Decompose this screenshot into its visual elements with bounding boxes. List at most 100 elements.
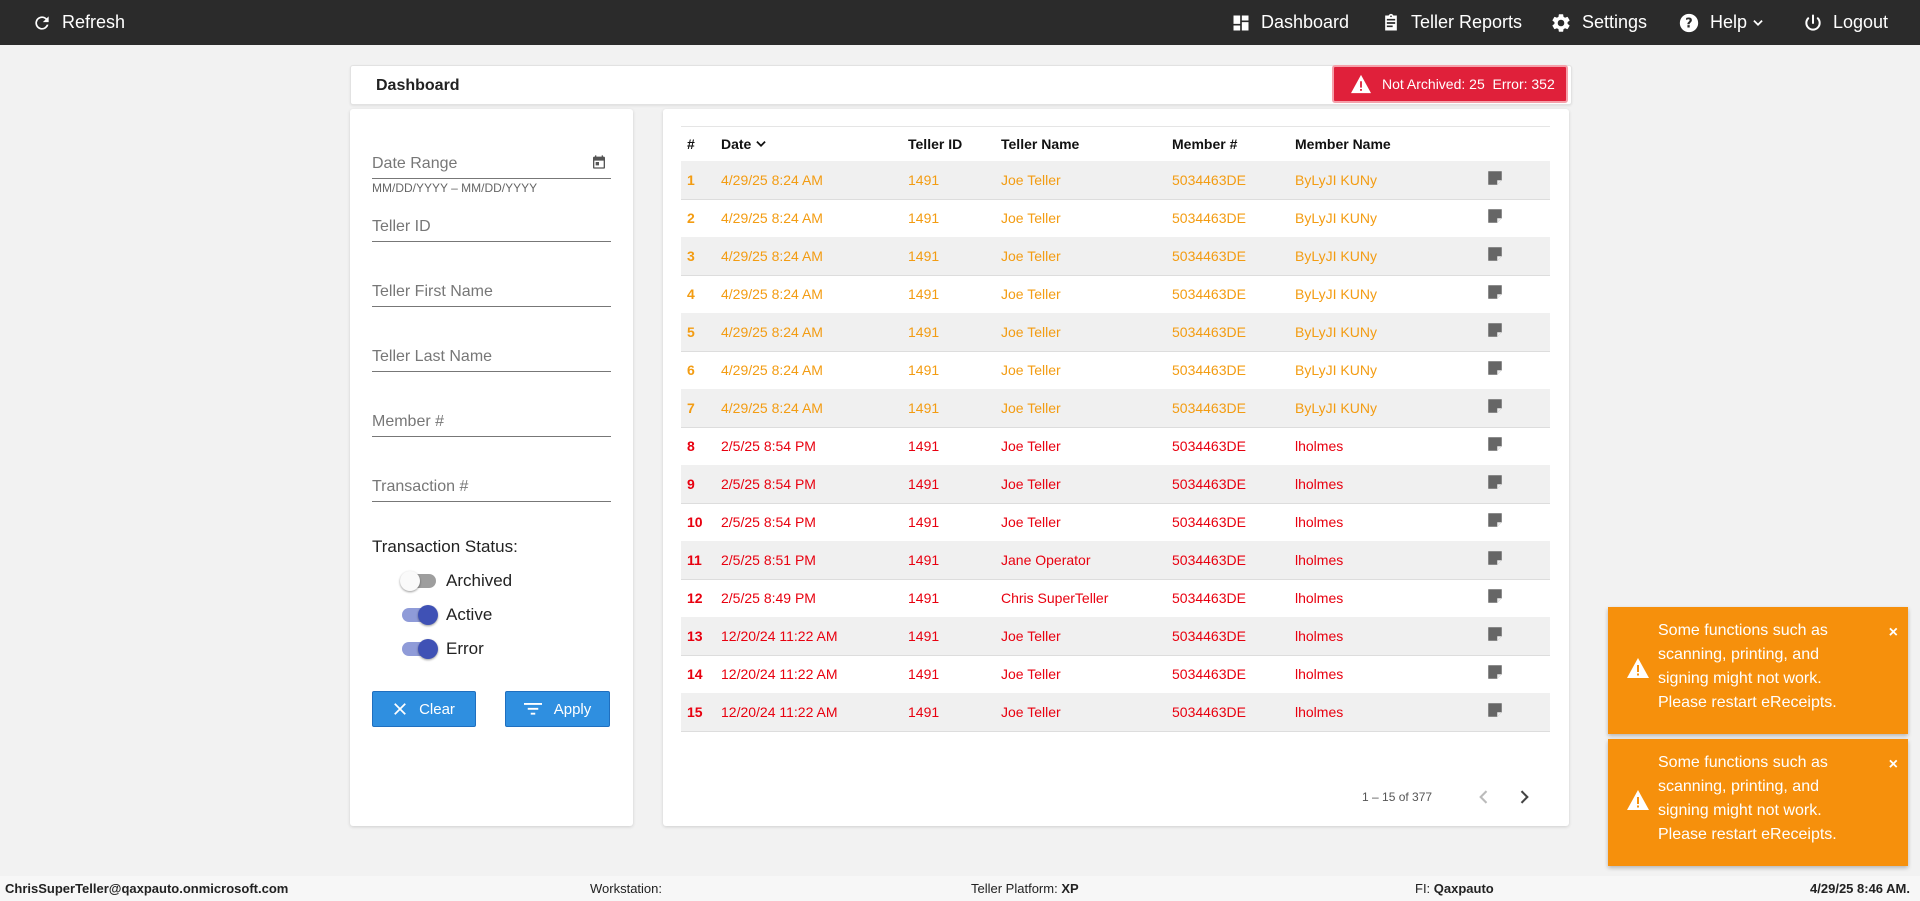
note-icon[interactable] [1486, 587, 1504, 605]
page-title: Dashboard [376, 77, 460, 94]
note-icon[interactable] [1486, 359, 1504, 377]
archived-switch[interactable] [400, 571, 436, 591]
clipboard-icon [1385, 13, 1397, 31]
table-row[interactable]: 15 12/20/24 11:22 AM 1491 Joe Teller 5034463… [681, 693, 1550, 732]
toggle-error[interactable]: Error [402, 637, 484, 661]
cell-teller-name: Chris SuperTeller [1001, 590, 1109, 606]
table-row[interactable]: 8 2/5/25 8:54 PM 1491 Joe Teller 5034463DE lh… [681, 427, 1550, 466]
note-icon[interactable] [1486, 625, 1504, 643]
note-icon[interactable] [1486, 245, 1504, 263]
nav-logout[interactable]: Logout [1803, 0, 1888, 45]
nav-teller-reports[interactable]: Teller Reports [1381, 0, 1522, 45]
cell-member-name: lholmes [1295, 476, 1344, 492]
table-row[interactable]: 3 4/29/25 8:24 AM 1491 Joe Teller 5034463DE B… [681, 237, 1550, 276]
cell-date: 4/29/25 8:24 AM [721, 286, 823, 302]
nav-dashboard[interactable]: Dashboard [1231, 0, 1349, 45]
col-member-name[interactable]: Member Name [1295, 136, 1391, 152]
error-switch[interactable] [402, 639, 438, 659]
cell-member-name: lholmes [1295, 590, 1344, 606]
footer-platform-label: Teller Platform: [971, 881, 1058, 896]
active-switch[interactable] [402, 605, 438, 625]
teller-id-field[interactable]: Teller ID [372, 207, 611, 242]
col-member-number[interactable]: Member # [1172, 136, 1237, 152]
dashboard-icon [1233, 15, 1249, 30]
note-icon[interactable] [1486, 435, 1504, 453]
table-row[interactable]: 6 4/29/25 8:24 AM 1491 Joe Teller 5034463DE B… [681, 351, 1550, 390]
cell-number: 7 [687, 400, 695, 416]
note-icon[interactable] [1486, 511, 1504, 529]
teller-first-name-field[interactable]: Teller First Name [372, 272, 611, 307]
note-icon[interactable] [1486, 283, 1504, 301]
prev-page-icon[interactable] [1474, 787, 1494, 807]
warning-icon [1627, 790, 1649, 810]
footer-fi-value: Qaxpauto [1433, 881, 1494, 896]
apply-button-label: Apply [553, 700, 592, 718]
note-icon[interactable] [1486, 321, 1504, 339]
cell-number: 5 [687, 324, 695, 340]
table-row[interactable]: 2 4/29/25 8:24 AM 1491 Joe Teller 5034463DE B… [681, 199, 1550, 238]
note-icon[interactable] [1486, 397, 1504, 415]
cell-number: 3 [687, 248, 695, 264]
col-number[interactable]: # [687, 136, 695, 152]
cell-number: 8 [687, 438, 695, 454]
cell-teller-name: Joe Teller [1001, 628, 1061, 644]
toggle-active[interactable]: Active [402, 603, 492, 627]
cell-date: 2/5/25 8:51 PM [721, 552, 816, 568]
status-alert-badge[interactable]: Not Archived: 25 Error: 352 [1332, 65, 1568, 103]
cell-date: 2/5/25 8:54 PM [721, 514, 816, 530]
table-row[interactable]: 10 2/5/25 8:54 PM 1491 Joe Teller 5034463DE l… [681, 503, 1550, 542]
table-row[interactable]: 9 2/5/25 8:54 PM 1491 Joe Teller 5034463DE lh… [681, 465, 1550, 504]
note-icon[interactable] [1486, 207, 1504, 225]
refresh-icon [35, 15, 49, 30]
nav-help[interactable]: ? Help [1678, 0, 1765, 45]
toast-close-button[interactable]: × [1889, 621, 1898, 645]
table-row[interactable]: 1 4/29/25 8:24 AM 1491 Joe Teller 5034463DE B… [681, 161, 1550, 200]
member-number-field[interactable]: Member # [372, 402, 611, 437]
footer-datetime: 4/29/25 8:46 AM. [1810, 881, 1910, 896]
table-row[interactable]: 14 12/20/24 11:22 AM 1491 Joe Teller 5034463… [681, 655, 1550, 694]
cell-member-name: ByLyJI KUNy [1295, 400, 1377, 416]
filter-panel: Date Range MM/DD/YYYY – MM/DD/YYYY Telle… [350, 109, 633, 826]
nav-teller-reports-label: Teller Reports [1411, 12, 1523, 32]
note-icon[interactable] [1486, 701, 1504, 719]
toast-message: Some functions such as scanning, printin… [1658, 754, 1837, 843]
table-row[interactable]: 11 2/5/25 8:51 PM 1491 Jane Operator 5034463… [681, 541, 1550, 580]
teller-last-name-field[interactable]: Teller Last Name [372, 337, 611, 372]
clear-button[interactable]: Clear [372, 691, 476, 727]
col-date[interactable]: Date [721, 136, 768, 152]
warning-icon [1351, 74, 1371, 94]
cell-teller-id: 1491 [908, 704, 940, 720]
toast-close-button[interactable]: × [1889, 753, 1898, 777]
note-icon[interactable] [1486, 663, 1504, 681]
table-row[interactable]: 4 4/29/25 8:24 AM 1491 Joe Teller 5034463DE B… [681, 275, 1550, 314]
date-range-placeholder: Date Range [372, 155, 458, 172]
cell-teller-id: 1491 [908, 248, 940, 264]
transaction-number-field[interactable]: Transaction # [372, 467, 611, 502]
note-icon[interactable] [1486, 549, 1504, 567]
refresh-label: Refresh [62, 12, 126, 32]
cell-teller-id: 1491 [908, 552, 940, 568]
table-row[interactable]: 5 4/29/25 8:24 AM 1491 Joe Teller 5034463DE B… [681, 313, 1550, 352]
table-row[interactable]: 13 12/20/24 11:22 AM 1491 Joe Teller 5034463… [681, 617, 1550, 656]
refresh-button[interactable]: Refresh [32, 0, 125, 45]
cell-number: 13 [687, 628, 703, 644]
note-icon[interactable] [1486, 169, 1504, 187]
toggle-archived[interactable]: Archived [400, 569, 512, 593]
table-row[interactable]: 7 4/29/25 8:24 AM 1491 Joe Teller 5034463DE B… [681, 389, 1550, 428]
cell-member-number: 5034463DE [1172, 172, 1246, 188]
nav-settings[interactable]: Settings [1550, 0, 1647, 45]
cell-member-number: 5034463DE [1172, 248, 1246, 264]
cell-member-number: 5034463DE [1172, 362, 1246, 378]
cell-teller-id: 1491 [908, 324, 940, 340]
cell-date: 4/29/25 8:24 AM [721, 362, 823, 378]
col-teller-id[interactable]: Teller ID [908, 136, 962, 152]
table-row[interactable]: 12 2/5/25 8:49 PM 1491 Chris SuperTeller 503… [681, 579, 1550, 618]
cell-member-number: 5034463DE [1172, 476, 1246, 492]
calendar-icon[interactable] [591, 154, 607, 170]
error-label: Error [446, 639, 484, 658]
apply-button[interactable]: Apply [505, 691, 610, 727]
col-teller-name[interactable]: Teller Name [1001, 136, 1079, 152]
date-range-field[interactable]: Date Range [372, 144, 611, 179]
next-page-icon[interactable] [1514, 787, 1534, 807]
note-icon[interactable] [1486, 473, 1504, 491]
